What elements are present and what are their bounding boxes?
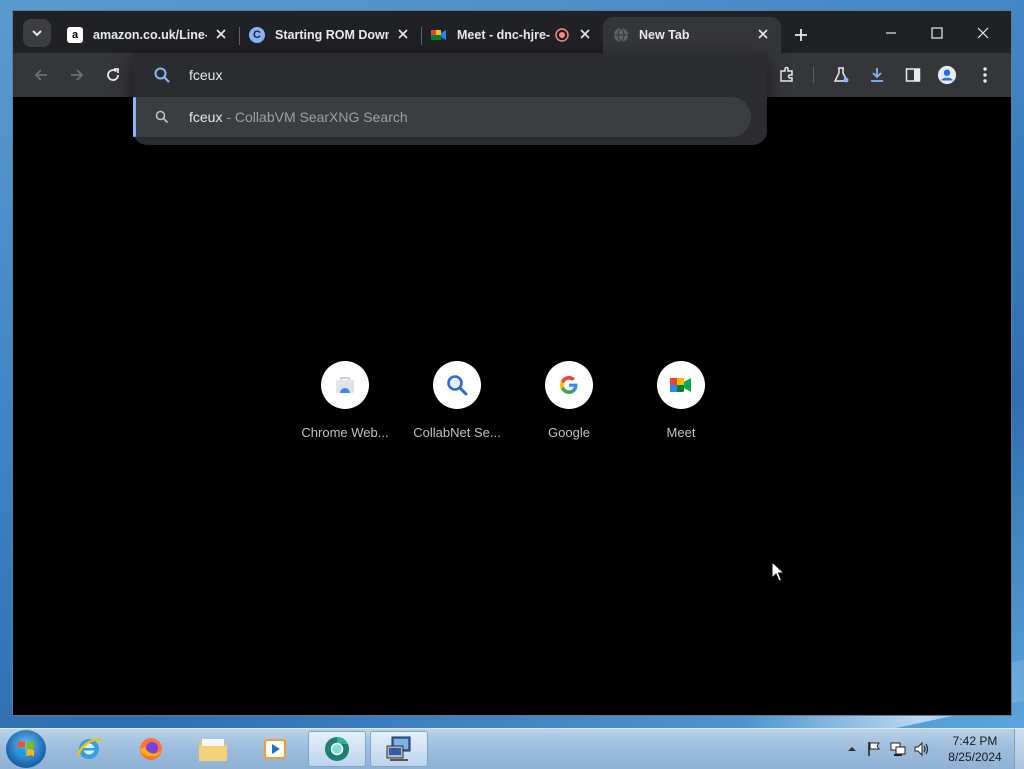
plus-icon [795, 29, 807, 41]
tab-new-tab[interactable]: New Tab [603, 17, 781, 53]
tab-starting-rom[interactable]: C Starting ROM Down [239, 17, 422, 53]
tab-title: amazon.co.uk/Line-V [93, 28, 207, 42]
tab-search-button[interactable] [23, 19, 51, 47]
media-player-icon [264, 739, 286, 759]
side-panel-icon [905, 68, 921, 82]
magnifier-icon [433, 361, 481, 409]
chevron-down-icon [32, 30, 42, 37]
network-app-icon [386, 736, 411, 761]
close-icon[interactable] [395, 26, 411, 42]
firefox-icon [140, 738, 162, 760]
browser-window: a amazon.co.uk/Line-V C Starting ROM Dow… [12, 10, 1012, 716]
tab-meet[interactable]: Meet - dnc-hjre- [421, 17, 603, 53]
start-button[interactable] [6, 730, 46, 768]
forward-arrow-icon [71, 69, 84, 81]
maximize-icon [931, 27, 943, 39]
extensions-button[interactable] [777, 65, 797, 85]
chevron-up-icon [848, 747, 856, 751]
profile-avatar-icon [937, 65, 957, 85]
close-icon[interactable] [577, 26, 593, 42]
selection-indicator [133, 97, 136, 137]
downloads-button[interactable] [867, 65, 887, 85]
suggestion-query: fceux [189, 109, 223, 125]
close-icon[interactable] [213, 26, 229, 42]
tab-strip: a amazon.co.uk/Line-V C Starting ROM Dow… [13, 11, 1011, 53]
volume-tray-icon[interactable] [914, 741, 930, 757]
tab-title: New Tab [639, 28, 690, 42]
system-clock[interactable]: 7:42 PM 8/25/2024 [940, 733, 1010, 765]
new-tab-page [13, 97, 1011, 715]
clock-date: 8/25/2024 [948, 750, 1002, 764]
clock-time: 7:42 PM [952, 734, 998, 748]
close-window-button[interactable] [963, 19, 1003, 47]
shortcut-label: CollabNet Se... [413, 425, 501, 440]
file-explorer-icon [199, 739, 227, 761]
shortcut-label: Meet [666, 425, 696, 440]
toolbar-divider [813, 67, 814, 83]
network-icon [890, 742, 906, 756]
cloud-icon: C [249, 27, 265, 43]
puzzle-icon [780, 66, 793, 82]
google-icon [545, 361, 593, 409]
close-icon [977, 27, 989, 39]
shortcut-google[interactable]: Google [521, 361, 617, 440]
suggestion-text: fceux - CollabVM SearXNG Search [189, 109, 408, 125]
forward-button[interactable] [67, 65, 87, 85]
shortcut-collabnet-search[interactable]: CollabNet Se... [409, 361, 505, 440]
menu-button[interactable] [975, 65, 995, 85]
profile-button[interactable] [937, 65, 957, 85]
network-tray-icon[interactable] [890, 741, 906, 757]
suggestion-source: - CollabVM SearXNG Search [222, 109, 408, 125]
labs-button[interactable] [831, 65, 851, 85]
side-panel-button[interactable] [903, 65, 923, 85]
chromium-icon [325, 736, 349, 761]
reload-icon [107, 68, 119, 81]
shortcut-chrome-web-store[interactable]: Chrome Web... [297, 361, 393, 440]
taskbar-network-app[interactable] [370, 731, 428, 767]
address-bar-input[interactable] [189, 65, 689, 85]
speaker-icon [914, 741, 929, 757]
tab-title: Meet - dnc-hjre- [457, 28, 551, 42]
flag-icon [868, 742, 880, 756]
shortcut-label: Google [548, 425, 590, 440]
meet-icon [657, 361, 705, 409]
search-icon [153, 66, 171, 89]
taskbar-chromium[interactable] [308, 731, 366, 767]
flask-icon [833, 67, 849, 83]
minimize-icon [886, 32, 896, 34]
back-button[interactable] [31, 65, 51, 85]
action-center-icon[interactable] [866, 741, 882, 757]
omnibox-suggestion[interactable]: fceux - CollabVM SearXNG Search [133, 97, 751, 137]
windows-logo-icon [18, 741, 34, 756]
back-arrow-icon [34, 69, 47, 81]
reload-button[interactable] [103, 65, 123, 85]
taskbar: 7:42 PM 8/25/2024 [0, 728, 1024, 769]
tab-amazon[interactable]: a amazon.co.uk/Line-V [57, 17, 240, 53]
show-hidden-icons-button[interactable] [844, 741, 860, 757]
taskbar-firefox[interactable] [122, 731, 180, 767]
more-vert-icon [983, 67, 987, 83]
new-tab-button[interactable] [789, 23, 813, 47]
tab-title: Starting ROM Down [275, 28, 389, 42]
shortcut-label: Chrome Web... [301, 425, 389, 440]
shortcut-meet[interactable]: Meet [633, 361, 729, 440]
search-icon [155, 110, 169, 129]
mouse-pointer-icon [771, 561, 785, 582]
omnibox-dropdown: fceux - CollabVM SearXNG Search [133, 53, 767, 145]
recording-icon [555, 28, 569, 42]
download-icon [871, 68, 883, 82]
chrome-web-store-icon [321, 361, 369, 409]
internet-explorer-icon [76, 738, 102, 759]
show-desktop-button[interactable] [1014, 729, 1024, 769]
close-icon[interactable] [755, 26, 771, 42]
meet-icon [431, 27, 447, 43]
maximize-button[interactable] [917, 19, 957, 47]
amazon-icon: a [67, 27, 83, 43]
taskbar-media-player[interactable] [246, 731, 304, 767]
taskbar-internet-explorer[interactable] [60, 731, 118, 767]
taskbar-file-explorer[interactable] [184, 731, 242, 767]
minimize-button[interactable] [871, 19, 911, 47]
omnibox-row [133, 53, 767, 97]
globe-icon [613, 27, 629, 43]
